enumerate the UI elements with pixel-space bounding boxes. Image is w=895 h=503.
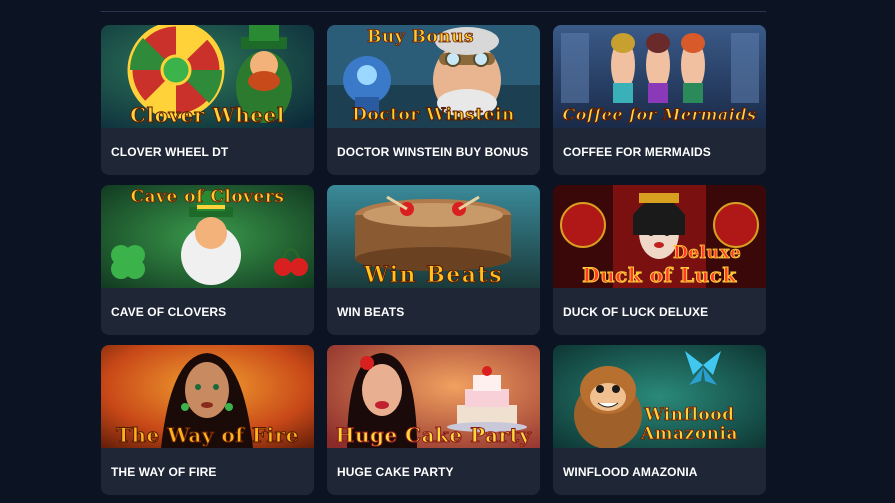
game-card-duck-of-luck-deluxe[interactable]: Deluxe Duck of Luck DUCK OF LUCK DELUXE [553, 185, 766, 335]
game-thumbnail[interactable]: Huge Cake Party [327, 345, 540, 448]
game-thumbnail[interactable]: Winflood Amazonia [553, 345, 766, 448]
game-title[interactable]: DUCK OF LUCK DELUXE [553, 288, 766, 335]
game-logo: Duck of Luck [582, 263, 737, 287]
game-thumbnail[interactable]: The Way of Fire [101, 345, 314, 448]
game-thumbnail[interactable]: Coffee for Mermaids [553, 25, 766, 128]
game-logo: The Way of Fire [116, 423, 299, 447]
game-logo: Cave of Clovers [130, 187, 285, 208]
game-card-cave-of-clovers[interactable]: Cave of Clovers CAVE OF CLOVERS [101, 185, 314, 335]
game-logo: Coffee for Mermaids [562, 105, 757, 125]
game-card-huge-cake-party[interactable]: Huge Cake Party HUGE CAKE PARTY [327, 345, 540, 495]
section-divider [101, 11, 766, 12]
game-thumbnail[interactable]: Win Beats [327, 185, 540, 288]
game-thumbnail[interactable]: Deluxe Duck of Luck [553, 185, 766, 288]
game-logo-badge: Buy Bonus [367, 27, 475, 48]
game-thumbnail[interactable]: Clover Wheel [101, 25, 314, 128]
game-card-coffee-for-mermaids[interactable]: Coffee for Mermaids COFFEE FOR MERMAIDS [553, 25, 766, 175]
game-logo: Winflood Amazonia [640, 405, 739, 444]
game-card-doctor-winstein[interactable]: Buy Bonus Doctor Winstein DOCTOR WINSTEI… [327, 25, 540, 175]
game-title[interactable]: CLOVER WHEEL DT [101, 128, 314, 175]
game-logo-badge: Deluxe [673, 243, 742, 264]
game-title[interactable]: CAVE OF CLOVERS [101, 288, 314, 335]
game-thumbnail[interactable]: Cave of Clovers [101, 185, 314, 288]
game-logo: Doctor Winstein [352, 105, 515, 126]
game-title[interactable]: THE WAY OF FIRE [101, 448, 314, 495]
game-card-win-beats[interactable]: Win Beats WIN BEATS [327, 185, 540, 335]
game-title[interactable]: COFFEE FOR MERMAIDS [553, 128, 766, 175]
game-card-the-way-of-fire[interactable]: The Way of Fire THE WAY OF FIRE [101, 345, 314, 495]
games-grid: Clover Wheel CLOVER WHEEL DT Buy Bonus D… [101, 25, 766, 495]
game-card-clover-wheel[interactable]: Clover Wheel CLOVER WHEEL DT [101, 25, 314, 175]
game-card-winflood-amazonia[interactable]: Winflood Amazonia WINFLOOD AMAZONIA [553, 345, 766, 495]
game-lobby: Clover Wheel CLOVER WHEEL DT Buy Bonus D… [0, 0, 895, 503]
game-title[interactable]: DOCTOR WINSTEIN BUY BONUS [327, 128, 540, 175]
game-thumbnail[interactable]: Buy Bonus Doctor Winstein [327, 25, 540, 128]
game-title[interactable]: WIN BEATS [327, 288, 540, 335]
game-logo: Huge Cake Party [335, 423, 532, 447]
game-logo: Clover Wheel [130, 103, 285, 127]
game-title[interactable]: WINFLOOD AMAZONIA [553, 448, 766, 495]
game-title[interactable]: HUGE CAKE PARTY [327, 448, 540, 495]
game-logo: Win Beats [363, 262, 504, 288]
